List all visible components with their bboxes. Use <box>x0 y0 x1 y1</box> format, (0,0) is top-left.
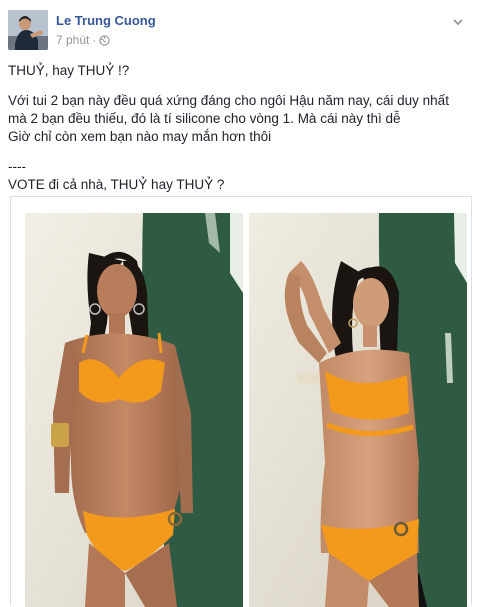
avatar[interactable] <box>8 10 48 50</box>
post-text-line: THUỶ, hay THUỶ !? <box>8 63 130 78</box>
post-text-line: Với tui 2 bạn này đều quá xứng đáng cho … <box>8 93 449 108</box>
post-text-line: Giờ chỉ còn xem bạn nào may mắn hơn thôi <box>8 129 272 144</box>
post-text-line: ---- <box>8 159 26 174</box>
post-meta: 7 phút · <box>56 33 111 47</box>
post-text-line: VOTE đi cả nhà, THUỶ hay THUỶ ? <box>8 177 225 192</box>
post-text-line: mà 2 bạn đều thiếu, đó là tí silicone ch… <box>8 111 401 126</box>
author-name[interactable]: Le Trung Cuong <box>56 13 156 28</box>
chevron-down-icon[interactable] <box>450 14 466 30</box>
post-text: THUỶ, hay THUỶ !? Với tui 2 bạn này đều … <box>8 62 470 194</box>
photo-left[interactable] <box>25 213 243 607</box>
photo-right[interactable] <box>249 213 467 607</box>
avatar-image <box>8 10 48 50</box>
globe-icon[interactable] <box>99 34 111 46</box>
meta-separator: · <box>92 33 97 47</box>
post-header: Le Trung Cuong 7 phút · <box>8 8 470 52</box>
post-time[interactable]: 7 phút <box>56 33 89 47</box>
photo-attachment <box>10 196 472 607</box>
